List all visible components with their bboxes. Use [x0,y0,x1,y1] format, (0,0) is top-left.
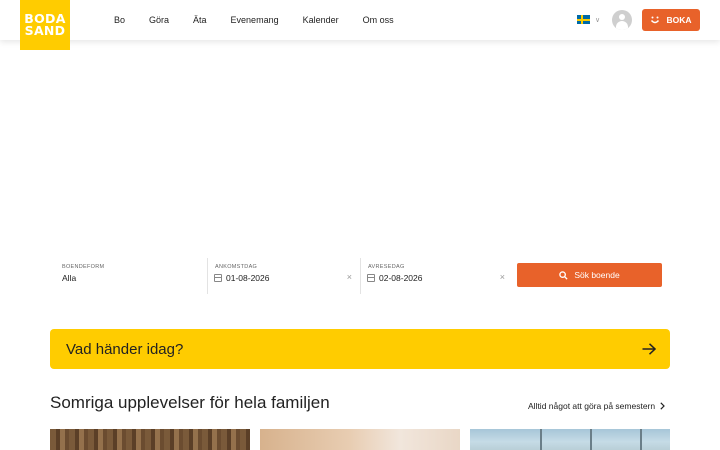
chevron-down-icon: ∨ [595,16,601,24]
clear-avresedag-icon[interactable]: × [500,272,505,282]
section-title: Somriga upplevelser för hela familjen [50,393,330,412]
nav-item-kalender[interactable]: Kalender [303,15,339,25]
experience-card-image[interactable] [470,429,670,450]
ankomstdag-value: 01-08-2026 [226,273,270,283]
booking-search-bar: BOENDEFORM Alla ANKOMSTDAG 01-08-2026 × … [50,258,670,294]
sok-boende-button[interactable]: Sök boende [517,263,662,287]
smile-icon [651,16,660,24]
nav-item-ata[interactable]: Äta [193,15,207,25]
boka-button[interactable]: BOKA [642,9,700,31]
ankomstdag-field[interactable]: ANKOMSTDAG 01-08-2026 × [207,258,355,294]
experience-card-image[interactable] [50,429,250,450]
sok-boende-label: Sök boende [574,270,620,280]
nav-item-gora[interactable]: Göra [149,15,169,25]
nav-item-bo[interactable]: Bo [114,15,125,25]
boka-button-label: BOKA [666,15,692,25]
clear-ankomstdag-icon[interactable]: × [347,272,352,282]
main-nav: Bo Göra Äta Evenemang Kalender Om oss [114,0,418,40]
section-link-label: Alltid något att göra på semestern [528,401,656,411]
boendeform-value: Alla [62,273,77,283]
calendar-icon [367,274,375,282]
chevron-right-icon [660,402,665,410]
logo-line-2: SAND [24,23,66,38]
section-see-more-link[interactable]: Alltid något att göra på semestern [528,401,665,411]
calendar-icon [214,274,222,282]
ankomstdag-label: ANKOMSTDAG [215,264,258,270]
vad-hander-idag-banner[interactable]: Vad händer idag? [50,329,670,369]
boendeform-select[interactable]: BOENDEFORM Alla [62,258,202,294]
user-account-icon[interactable] [612,10,632,30]
search-icon [559,270,568,280]
logo[interactable]: BODA SAND [20,0,70,50]
language-selector[interactable]: ∨ [577,15,600,24]
boendeform-label: BOENDEFORM [62,264,105,270]
avresedag-label: AVRESEDAG [368,264,405,270]
nav-item-om-oss[interactable]: Om oss [363,15,394,25]
banner-text: Vad händer idag? [66,341,184,358]
experience-card-image[interactable] [260,429,460,450]
avresedag-field[interactable]: AVRESEDAG 02-08-2026 × [360,258,508,294]
site-header: BODA SAND Bo Göra Äta Evenemang Kalender… [0,0,720,50]
avresedag-value: 02-08-2026 [379,273,423,283]
nav-item-evenemang[interactable]: Evenemang [231,15,279,25]
arrow-right-icon [642,343,656,355]
sweden-flag-icon [577,15,590,24]
